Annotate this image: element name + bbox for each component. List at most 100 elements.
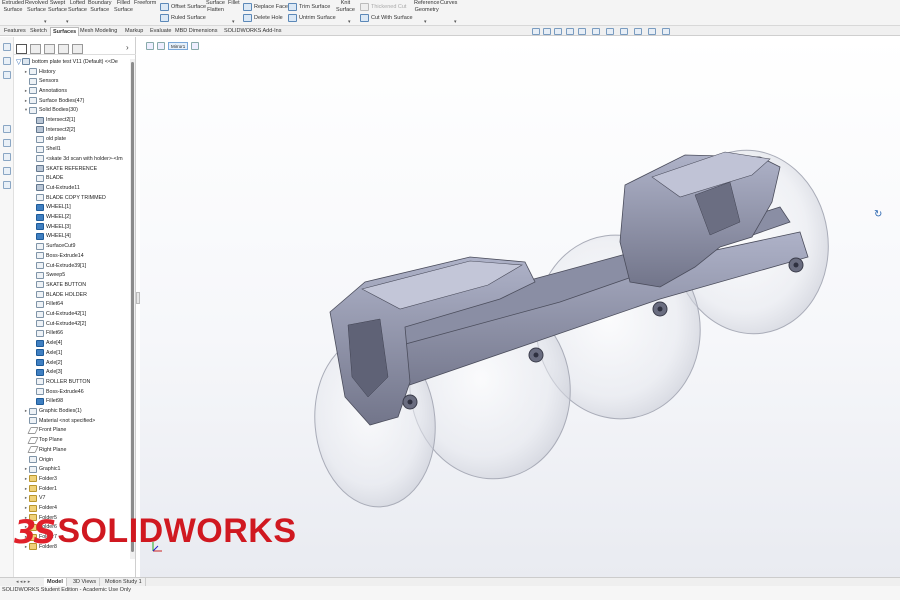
tree-item[interactable]: ▸ Folder3 bbox=[14, 474, 130, 484]
tab-scroll-arrows-icon[interactable]: ◂ ◂ ▸ ▸ bbox=[16, 578, 30, 586]
dynamic-annotation-icon[interactable] bbox=[578, 28, 586, 35]
feature-breadcrumb-icon[interactable] bbox=[191, 42, 200, 50]
ribbon-tool-ruled-surface[interactable]: Ruled Surface bbox=[160, 14, 206, 22]
tree-item[interactable]: WHEEL[1] bbox=[14, 203, 130, 213]
tree-item[interactable]: Axle[4] bbox=[14, 338, 130, 348]
knit-dropdown-chevron-icon[interactable]: ▾ bbox=[348, 19, 351, 25]
tree-item[interactable]: WHEEL[4] bbox=[14, 232, 130, 242]
tree-item[interactable]: Fillet64 bbox=[14, 300, 130, 310]
tree-item[interactable]: ▸ History bbox=[14, 67, 130, 77]
tree-item[interactable]: Axle[2] bbox=[14, 358, 130, 368]
tree-item[interactable]: Boss-Extrude14 bbox=[14, 251, 130, 261]
tab-evaluate[interactable]: Evaluate bbox=[148, 27, 173, 36]
ribbon-tool-untrim-surface[interactable]: Untrim Surface bbox=[288, 14, 336, 22]
tree-item[interactable]: SurfaceCut9 bbox=[14, 241, 130, 251]
curves-dropdown-chevron-icon[interactable]: ▾ bbox=[454, 19, 457, 25]
ribbon-tool-freeform[interactable]: Freeform bbox=[134, 0, 156, 7]
reference-dropdown-chevron-icon[interactable]: ▾ bbox=[424, 19, 427, 25]
tree-item[interactable]: Intersect2[2] bbox=[14, 125, 130, 135]
ribbon-tool-fillet[interactable]: Fillet bbox=[228, 0, 240, 7]
tree-item[interactable]: Shell1 bbox=[14, 144, 130, 154]
tree-item[interactable]: Cut-Extrude11 bbox=[14, 183, 130, 193]
tree-item[interactable]: WHEEL[3] bbox=[14, 222, 130, 232]
tree-item[interactable]: Top Plane bbox=[14, 435, 130, 445]
apply-scene-icon[interactable] bbox=[648, 28, 656, 35]
tree-item[interactable]: ▸ Folder1 bbox=[14, 484, 130, 494]
tree-item[interactable]: Axle[3] bbox=[14, 367, 130, 377]
ribbon-tool-replace-face[interactable]: Replace Face bbox=[243, 3, 288, 11]
tree-item[interactable]: Fillet98 bbox=[14, 397, 130, 407]
ribbon-tool-swept-surface[interactable]: Swept Surface bbox=[48, 0, 67, 13]
tree-item[interactable]: BLADE bbox=[14, 173, 130, 183]
ribbon-tool-offset-surface[interactable]: Offset Surface bbox=[160, 3, 206, 11]
tree-item[interactable]: Right Plane bbox=[14, 445, 130, 455]
feature-tree-icon[interactable] bbox=[3, 125, 11, 133]
body-breadcrumb-icon[interactable] bbox=[157, 42, 165, 50]
tree-item[interactable]: Axle[1] bbox=[14, 348, 130, 358]
ribbon-tool-surface-flatten[interactable]: Surface Flatten bbox=[206, 0, 225, 13]
tree-item[interactable]: ROLLER BUTTON bbox=[14, 377, 130, 387]
tree-item[interactable]: Sweep5 bbox=[14, 270, 130, 280]
tree-item[interactable]: Intersect2[1] bbox=[14, 115, 130, 125]
ribbon-tool-curves[interactable]: Curves bbox=[440, 0, 457, 7]
tree-item[interactable]: SKATE REFERENCE bbox=[14, 164, 130, 174]
zoom-to-area-icon[interactable] bbox=[543, 28, 551, 35]
tree-item[interactable]: Cut-Extrude42[2] bbox=[14, 319, 130, 329]
ribbon-tool-cut-with-surface[interactable]: Cut With Surface bbox=[360, 14, 413, 22]
tree-item[interactable]: Origin bbox=[14, 455, 130, 465]
tab-surfaces[interactable]: Surfaces bbox=[50, 27, 80, 36]
ribbon-tool-lofted-surface[interactable]: Lofted Surface bbox=[68, 0, 87, 13]
ribbon-tool-trim-surface[interactable]: Trim Surface bbox=[288, 3, 330, 11]
dimxpert-manager-tab-icon[interactable] bbox=[58, 44, 69, 54]
tree-item[interactable]: old plate bbox=[14, 135, 130, 145]
hide-show-items-icon[interactable] bbox=[620, 28, 628, 35]
display-manager-tab-icon[interactable] bbox=[72, 44, 83, 54]
new-document-icon[interactable] bbox=[3, 43, 11, 51]
open-document-icon[interactable] bbox=[3, 57, 11, 65]
expand-panel-icon[interactable]: › bbox=[126, 43, 129, 52]
tree-item[interactable]: BLADE HOLDER bbox=[14, 290, 130, 300]
lofted-dropdown-chevron-icon[interactable]: ▾ bbox=[66, 19, 69, 25]
ribbon-tool-extruded-surface[interactable]: Extruded Surface bbox=[2, 0, 24, 13]
ribbon-tool-revolved-surface[interactable]: Revolved Surface bbox=[25, 0, 48, 13]
tree-item[interactable]: WHEEL[2] bbox=[14, 212, 130, 222]
tree-item[interactable]: bottom plate test V11 (Default) <<De bbox=[14, 57, 130, 67]
tree-item[interactable]: ▸ Surface Bodies(47) bbox=[14, 96, 130, 106]
feature-tree-scroll-thumb[interactable] bbox=[131, 62, 134, 552]
tree-item[interactable]: Boss-Extrude46 bbox=[14, 387, 130, 397]
ribbon-tool-delete-hole[interactable]: Delete Hole bbox=[243, 14, 283, 22]
ribbon-tool-knit-surface[interactable]: Knit Surface bbox=[336, 0, 355, 13]
edit-appearance-icon[interactable] bbox=[634, 28, 642, 35]
tree-item[interactable]: BLADE COPY TRIMMED bbox=[14, 193, 130, 203]
section-view-icon[interactable] bbox=[566, 28, 574, 35]
tree-item[interactable]: Sensors bbox=[14, 76, 130, 86]
breadcrumb-feature-label[interactable]: Mirror1 bbox=[168, 42, 189, 50]
tree-item[interactable]: Material <not specified> bbox=[14, 416, 130, 426]
appearance-icon[interactable] bbox=[3, 181, 11, 189]
ribbon-tool-reference-geometry[interactable]: Reference Geometry bbox=[414, 0, 439, 13]
view-settings-icon[interactable] bbox=[662, 28, 670, 35]
tree-item[interactable]: ▸ V7 bbox=[14, 494, 130, 504]
tree-item[interactable]: SKATE BUTTON bbox=[14, 280, 130, 290]
tree-item[interactable]: ▸ Annotations bbox=[14, 86, 130, 96]
print-icon[interactable] bbox=[3, 71, 11, 79]
dimxpert-icon[interactable] bbox=[3, 167, 11, 175]
tree-item[interactable]: ▸ Graphic1 bbox=[14, 464, 130, 474]
fillet-dropdown-chevron-icon[interactable]: ▾ bbox=[232, 19, 235, 25]
graphics-area[interactable] bbox=[140, 37, 900, 577]
configuration-manager-tab-icon[interactable] bbox=[44, 44, 55, 54]
tab-mesh-modeling[interactable]: Mesh Modeling bbox=[78, 27, 119, 36]
property-manager-tab-icon[interactable] bbox=[30, 44, 41, 54]
previous-view-icon[interactable] bbox=[554, 28, 562, 35]
configuration-icon[interactable] bbox=[3, 153, 11, 161]
tree-item[interactable]: ▾ Solid Bodies(30) bbox=[14, 106, 130, 116]
tab-mbd-dimensions[interactable]: MBD Dimensions bbox=[173, 27, 219, 36]
tree-item[interactable]: Front Plane bbox=[14, 426, 130, 436]
tree-item[interactable]: Fillet66 bbox=[14, 329, 130, 339]
tab-solidworks-add-ins[interactable]: SOLIDWORKS Add-Ins bbox=[222, 27, 283, 36]
display-style-icon[interactable] bbox=[606, 28, 614, 35]
ribbon-tool-filled-surface[interactable]: Filled Surface bbox=[114, 0, 133, 13]
tree-item[interactable]: ▸ Graphic Bodies(1) bbox=[14, 406, 130, 416]
swept-dropdown-chevron-icon[interactable]: ▾ bbox=[44, 19, 47, 25]
tree-item[interactable]: <skate 3d scan with holder>-<Im bbox=[14, 154, 130, 164]
